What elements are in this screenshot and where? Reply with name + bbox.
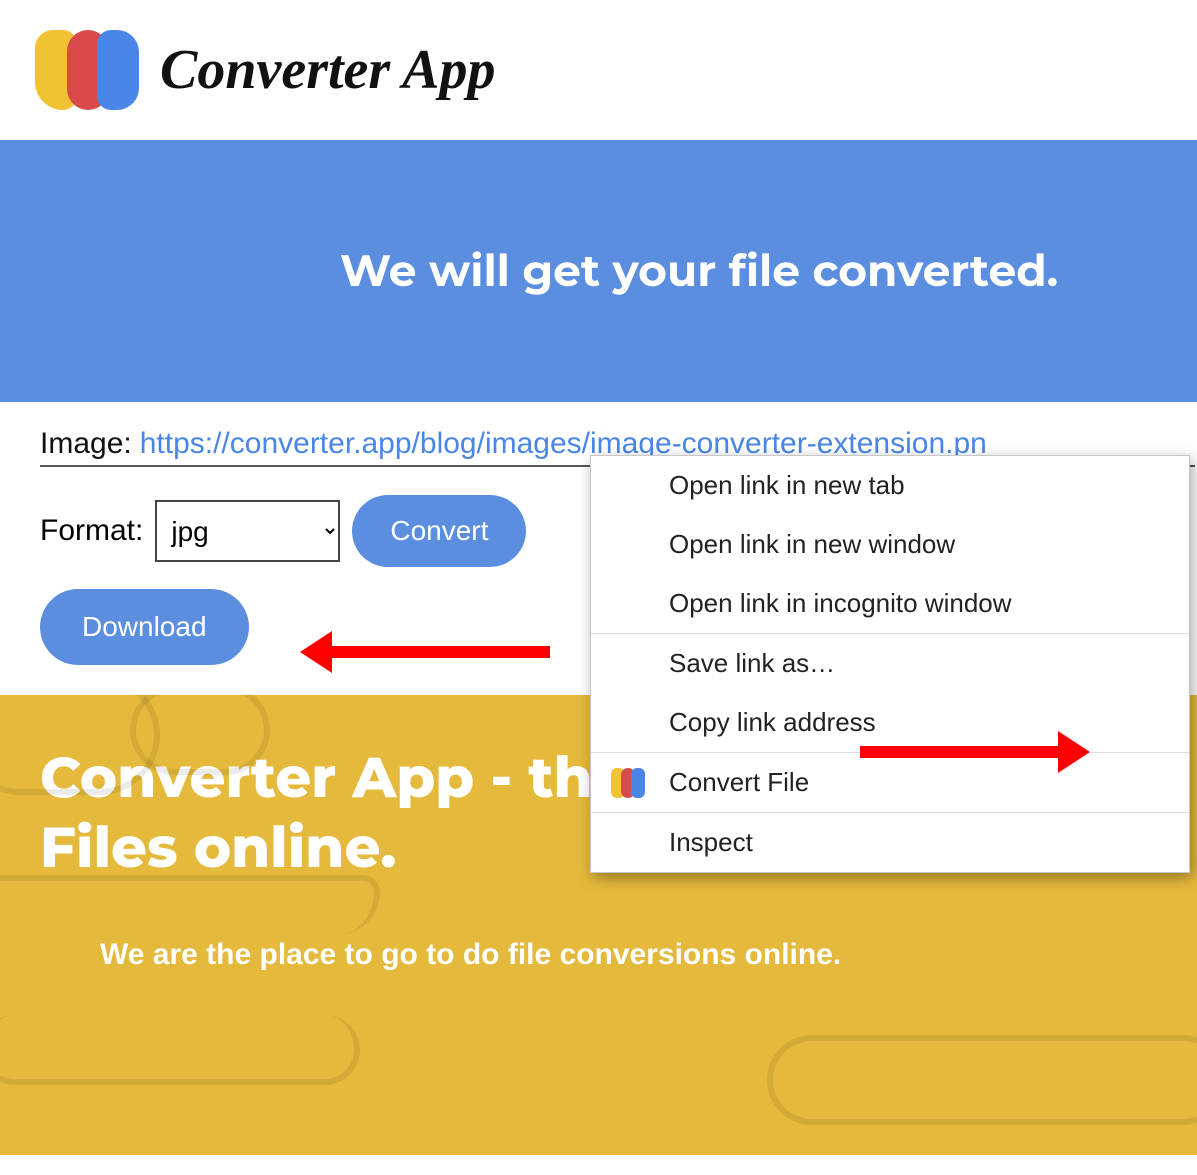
- context-menu: Open link in new tab Open link in new wi…: [590, 455, 1190, 873]
- hero-banner: We will get your file converted.: [0, 140, 1197, 402]
- converter-app-icon: [611, 768, 647, 798]
- format-label: Format:: [40, 514, 143, 548]
- decorative-line-icon: [0, 875, 380, 935]
- context-menu-copy-link-address[interactable]: Copy link address: [591, 693, 1189, 752]
- context-menu-open-new-tab[interactable]: Open link in new tab: [591, 456, 1189, 515]
- download-button[interactable]: Download: [40, 589, 249, 665]
- app-logo-icon: [35, 30, 140, 110]
- app-logo-text: Converter App: [160, 38, 495, 102]
- context-menu-convert-file-label: Convert File: [669, 767, 809, 797]
- context-menu-open-new-window[interactable]: Open link in new window: [591, 515, 1189, 574]
- annotation-arrow-icon: [860, 746, 1060, 758]
- app-header: Converter App: [0, 0, 1197, 140]
- context-menu-convert-file[interactable]: Convert File: [591, 752, 1189, 812]
- annotation-arrow-icon: [330, 646, 550, 658]
- about-subtitle: We are the place to go to do file conver…: [40, 938, 1157, 972]
- convert-button[interactable]: Convert: [352, 495, 526, 567]
- context-menu-inspect[interactable]: Inspect: [591, 812, 1189, 872]
- image-label: Image:: [40, 427, 132, 461]
- hero-headline: We will get your file converted.: [340, 244, 1058, 298]
- decorative-line-icon: [767, 1035, 1197, 1125]
- decorative-line-icon: [0, 1015, 360, 1085]
- decorative-cloud-icon: [130, 695, 270, 775]
- context-menu-open-incognito[interactable]: Open link in incognito window: [591, 574, 1189, 633]
- context-menu-save-link-as[interactable]: Save link as…: [591, 633, 1189, 693]
- format-select[interactable]: jpg: [155, 500, 340, 562]
